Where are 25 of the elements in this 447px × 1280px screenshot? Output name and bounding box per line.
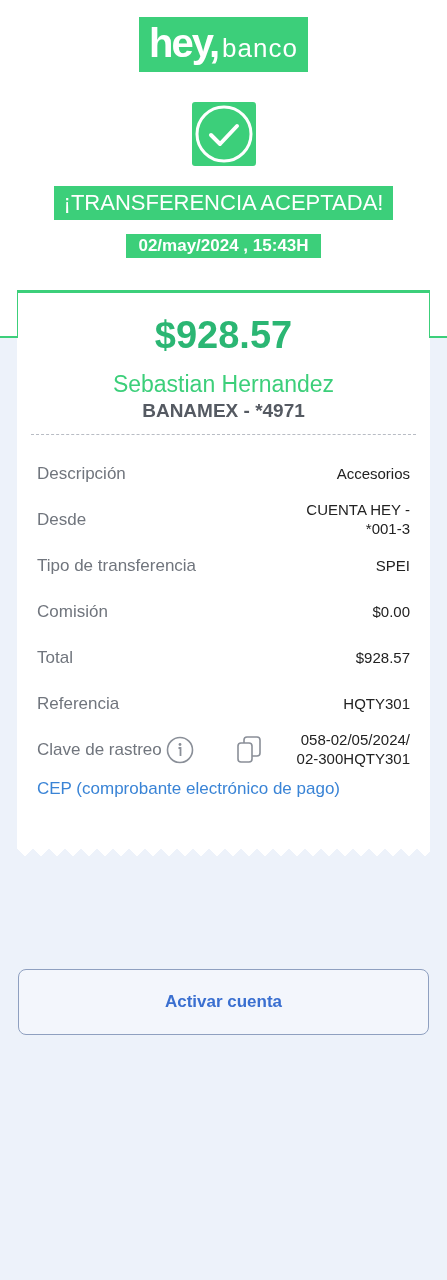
detail-label: Desde (37, 510, 87, 530)
detail-label: Total (37, 648, 73, 668)
detail-value: 058-02/05/2024/ 02-300HQTY301 (295, 731, 410, 769)
bank-account: BANAMEX - *4971 (142, 400, 305, 422)
info-icon[interactable] (165, 736, 194, 764)
detail-value: $928.57 (355, 648, 410, 668)
amount: $928.57 (154, 314, 293, 357)
copy-icon[interactable] (237, 736, 261, 764)
detail-label: Comisión (37, 602, 108, 622)
detail-label: Clave de rastreo (37, 740, 162, 760)
detail-value: Accesorios (336, 464, 410, 484)
transfer-date: 02/may/2024 , 15:43H (126, 234, 321, 258)
detail-label: Tipo de transferencia (37, 556, 197, 576)
cep-link[interactable]: CEP (comprobante electrónico de pago) (37, 779, 341, 799)
detail-value: HQTY301 (343, 694, 410, 714)
detail-label: Referencia (37, 694, 120, 714)
detail-value: $0.00 (372, 602, 410, 622)
logo: hey,banco (139, 17, 308, 72)
detail-label: Descripción (37, 464, 126, 484)
detail-value: CUENTA HEY - *001-3 (305, 501, 410, 539)
status-title: ¡TRANSFERENCIA ACEPTADA! (53, 186, 394, 220)
activate-account-button[interactable]: Activar cuenta (18, 969, 429, 1035)
recipient-name: Sebastian Hernandez (112, 371, 335, 398)
check-icon (191, 102, 256, 166)
detail-value: SPEI (375, 556, 410, 576)
